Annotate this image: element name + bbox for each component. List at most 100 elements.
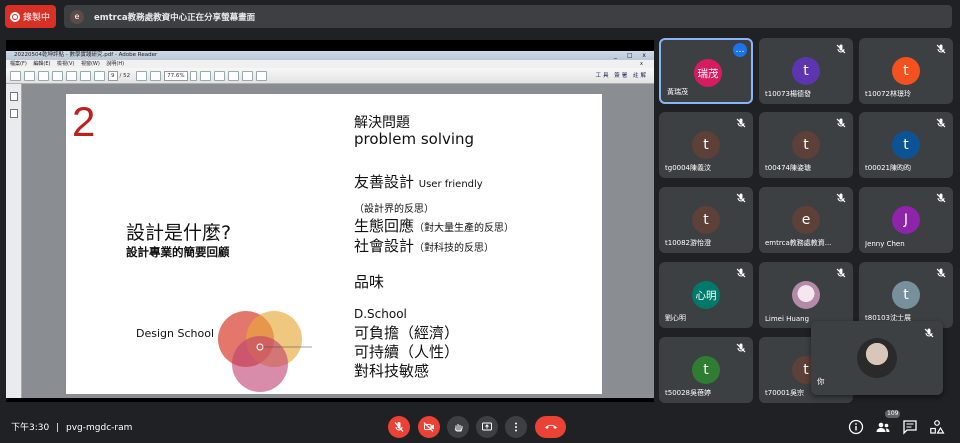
participant-tile[interactable]: 心明 劉心明 [659, 262, 753, 328]
recording-label: 錄製中 [23, 13, 51, 23]
presenting-text: emtrca教務處教資中心正在分享螢幕畫面 [94, 12, 256, 23]
participant-tile[interactable]: t t10082游怡澄 [659, 187, 753, 253]
mic-off-icon [936, 268, 946, 278]
slide-line-5: 生態回應（對大量生產的反思） [354, 217, 515, 235]
save-icon[interactable] [38, 70, 49, 81]
self-avatar [857, 338, 897, 378]
comment-icon[interactable] [227, 70, 239, 81]
record-icon [10, 11, 20, 22]
participant-tile[interactable]: 瑞茂 黃瑞茂… [659, 38, 753, 104]
reader-menu-bar: 檔案(F) 編輯(E) 檢視(V) 視窗(W) 說明(H) x [6, 60, 654, 68]
menu-file[interactable]: 檔案(F) [10, 61, 27, 67]
chat-icon[interactable] [902, 419, 918, 435]
mic-off-icon [736, 343, 746, 353]
mic-off-icon [936, 193, 946, 203]
participant-name: t70001吳宗 [765, 389, 805, 397]
menu-view[interactable]: 檢視(V) [57, 61, 74, 67]
participant-tile[interactable]: t t10073楊德發 [759, 38, 853, 104]
mic-off-icon [836, 268, 846, 278]
venn-diagram [218, 311, 312, 392]
presenter-avatar: e [70, 9, 84, 24]
reader-title-bar: 20220504乾坤評點 - 數學實踐研究.pdf - Adobe Reader… [6, 51, 654, 60]
participant-tile[interactable]: t tg0004陳義汶 [659, 112, 753, 178]
slide-line-3: 友善設計 User friendly [354, 173, 483, 191]
menu-edit[interactable]: 編輯(E) [33, 61, 50, 67]
tools-tab[interactable]: 工具 [595, 73, 610, 79]
expand-icon[interactable] [255, 70, 267, 81]
highlight-icon[interactable] [241, 70, 253, 81]
bottom-bar: 下午3:30 | pvg-mgdc-ram 109 [0, 406, 960, 443]
slide-line-8: D.School [354, 307, 407, 321]
pdf-page: 2 設計是什麼? 設計專業的簡要回顧 Design School 解決問題 pr… [66, 94, 602, 394]
mic-off-icon [736, 118, 746, 128]
participant-name: t10073楊德發 [765, 90, 812, 98]
menu-window[interactable]: 視窗(W) [81, 61, 100, 67]
document-area[interactable]: 2 設計是什麼? 設計專業的簡要回顧 Design School 解決問題 pr… [6, 84, 654, 398]
participant-avatar: 瑞茂 [694, 59, 722, 87]
more-options-icon[interactable]: … [733, 43, 747, 57]
info-icon[interactable] [848, 419, 864, 435]
hang-up-icon [544, 424, 557, 429]
mic-off-icon [394, 422, 404, 432]
comment-tab[interactable]: 註解 [633, 73, 648, 79]
people-icon[interactable] [875, 419, 891, 435]
clock-time: 下午3:30 [11, 423, 50, 433]
mic-off-icon [836, 193, 846, 203]
slide-line-4: （設計界的反思） [354, 204, 434, 215]
more-options-button[interactable] [505, 416, 527, 438]
participant-avatar [792, 281, 820, 309]
mic-toggle-button[interactable] [388, 416, 410, 438]
participant-tile[interactable]: Limei Huang [759, 262, 853, 328]
participant-avatar: t [792, 57, 820, 85]
mic-off-icon [736, 268, 746, 278]
menu-help[interactable]: 說明(H) [106, 61, 124, 67]
leave-call-button[interactable] [535, 416, 566, 438]
mic-off-icon [736, 193, 746, 203]
participant-name: t10072林璟玲 [865, 90, 912, 98]
page-down-icon[interactable] [94, 70, 105, 81]
window-controls[interactable]: _ □ x [614, 51, 650, 60]
present-screen-icon [482, 422, 492, 431]
present-button[interactable] [476, 416, 498, 438]
participant-tile[interactable]: e emtrca教務處教資... [759, 187, 853, 253]
participant-count-badge: 109 [885, 410, 901, 418]
activities-icon[interactable] [929, 419, 945, 435]
slide-line-11: 對科技敏感 [354, 362, 430, 380]
create-icon[interactable] [24, 70, 35, 81]
zoom-input[interactable]: 77.6% [164, 70, 188, 81]
participant-name: t10082游怡澄 [665, 239, 712, 247]
zoom-in-icon[interactable] [150, 70, 162, 81]
participant-tile[interactable]: t t00474陳姿瑭 [759, 112, 853, 178]
mic-off-icon [936, 118, 946, 128]
participant-tile[interactable]: t t80103沈士展 [859, 262, 953, 328]
print-icon[interactable] [52, 70, 63, 81]
fit-page-icon[interactable] [199, 70, 211, 81]
meeting-code[interactable]: pvg-mgdc-ram [66, 423, 132, 433]
slide-line-1: 解決問題 [354, 115, 410, 131]
participant-avatar: e [792, 206, 820, 234]
participant-name: emtrca教務處教資... [765, 239, 832, 247]
fit-width-icon[interactable] [213, 70, 225, 81]
participant-name: 劉心明 [665, 314, 686, 322]
page-number-input[interactable]: 9 [108, 70, 118, 81]
self-view-tile[interactable]: 你 [811, 321, 943, 395]
participant-tile[interactable]: J Jenny Chen [859, 187, 953, 253]
participant-name: Limei Huang [765, 315, 810, 323]
pages-icon[interactable] [9, 92, 18, 101]
participant-tile[interactable]: t t00021陳昀昀 [859, 112, 953, 178]
raise-hand-button[interactable] [447, 416, 469, 438]
sign-tab[interactable]: 簽署 [614, 73, 629, 79]
zoom-dropdown-icon[interactable] [189, 70, 197, 81]
page-total: / 52 [119, 72, 131, 79]
zoom-out-icon[interactable] [136, 70, 148, 81]
email-icon[interactable] [66, 70, 77, 81]
participant-tile[interactable]: t t10072林璟玲 [859, 38, 953, 104]
page-up-icon[interactable] [80, 70, 91, 81]
recording-indicator[interactable]: 錄製中 [5, 5, 56, 28]
participant-tile[interactable]: t t50028吳蓓婷 [659, 337, 753, 403]
camera-toggle-button[interactable] [418, 416, 440, 438]
slide-line-6: 社會設計（對科技的反思） [354, 237, 495, 255]
attachment-icon[interactable] [9, 109, 18, 118]
open-icon[interactable] [10, 70, 21, 81]
menu-close-icon[interactable]: x [640, 60, 643, 68]
